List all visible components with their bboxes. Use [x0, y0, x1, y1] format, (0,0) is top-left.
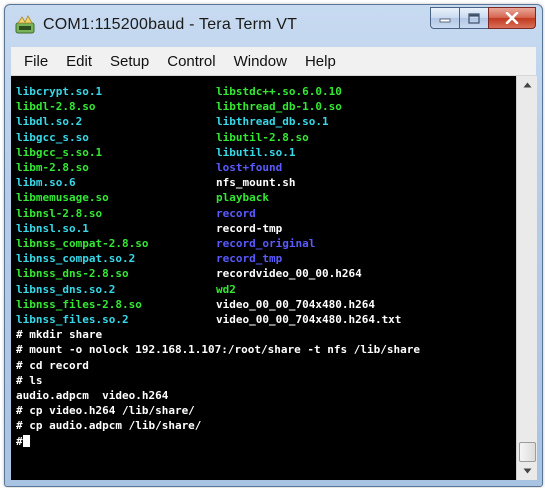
terminal-listing-row: libmemusage.so playback [16, 190, 269, 205]
file-entry: record [216, 206, 256, 220]
file-entry: libnss_dns.so.2 [16, 282, 116, 296]
file-entry: libm.so.6 [16, 176, 76, 190]
terminal-listing-row: libnss_files.so.2 video_00_00_704x480.h26… [16, 312, 401, 327]
terminal-listing-row: libgcc_s.so.1 libutil.so.1 [16, 145, 295, 160]
file-entry: libutil-2.8.so [216, 130, 309, 144]
file-entry: libcrypt.so.1 [16, 85, 103, 98]
menu-setup[interactable]: Setup [109, 51, 150, 72]
terminal-screen[interactable]: libcrypt.so.1 libstdc++.so.6.0.10 libdl-2.… [11, 76, 516, 480]
file-entry: libnss_files.so.2 [16, 313, 129, 326]
file-entry: wd2 [216, 282, 236, 296]
file-entry: libthread_db.so.1 [216, 115, 329, 129]
window-controls [430, 7, 536, 29]
terminal-listing-row: libm-2.8.so lost+found [16, 160, 282, 175]
file-entry: libgcc_s.so.1 [16, 145, 103, 159]
terminal-listing-row: libnss_compat-2.8.so record_original [16, 236, 315, 251]
terminal-command-line: # [16, 434, 30, 449]
file-entry: libnsl.so.1 [16, 221, 89, 235]
menu-help[interactable]: Help [304, 51, 337, 72]
file-entry: record-tmp [216, 221, 283, 235]
scroll-up-button[interactable] [517, 76, 537, 94]
terminal-listing-row: libnsl-2.8.so record [16, 206, 256, 221]
text-cursor [22, 434, 30, 447]
terminal-command-line: # cp video.h264 /lib/share/ [16, 403, 195, 418]
terminal-listing-row: libnss_dns.so.2 wd2 [16, 282, 236, 297]
menu-edit[interactable]: Edit [65, 51, 93, 72]
file-entry: record_original [216, 237, 316, 250]
window-title: COM1:115200baud - Tera Term VT [43, 16, 298, 33]
terminal-command-line: # mkdir share [16, 327, 102, 342]
terminal-text: # ls [16, 373, 43, 387]
terminal-listing-row: libdl-2.8.so libthread_db-1.0.so [16, 99, 342, 114]
vertical-scrollbar[interactable] [516, 76, 537, 480]
file-entry: libnsl-2.8.so [16, 206, 103, 220]
close-icon [505, 12, 519, 24]
minimize-icon [439, 18, 451, 23]
file-entry: lost+found [216, 161, 283, 174]
file-entry: libnss_dns-2.8.so [16, 267, 129, 281]
terminal-command-line: # mount -o nolock 192.168.1.107:/root/sh… [16, 342, 420, 357]
terminal-command-line: audio.adpcm video.h264 [16, 388, 168, 403]
terminal-listing-row: libcrypt.so.1 libstdc++.so.6.0.10 [16, 84, 342, 99]
terminal-text: audio.adpcm video.h264 [16, 389, 169, 402]
file-entry: libgcc_s.so [16, 130, 89, 144]
close-button[interactable] [488, 7, 536, 29]
file-entry: record_tmp [216, 252, 283, 266]
scroll-up-arrow-icon [523, 82, 531, 88]
minimize-button[interactable] [430, 7, 460, 29]
file-entry: libthread_db-1.0.so [216, 100, 342, 114]
file-entry: libdl.so.2 [16, 115, 83, 129]
menu-window[interactable]: Window [233, 51, 288, 72]
scroll-down-button[interactable] [517, 462, 537, 480]
terminal-text: # mount -o nolock 192.168.1.107:/root/sh… [16, 343, 420, 357]
title-bar[interactable]: COM1:115200baud - Tera Term VT [5, 5, 542, 47]
terminal-command-line: # ls [16, 373, 43, 388]
tera-term-window: COM1:115200baud - Tera Term VT File Edit… [4, 4, 543, 487]
file-entry: libm-2.8.so [16, 161, 89, 174]
maximize-button[interactable] [459, 7, 489, 29]
terminal-listing-row: libnss_files-2.8.so video_00_00_704x480.h… [16, 297, 375, 312]
scrollbar-thumb[interactable] [519, 442, 536, 462]
file-entry: video_00_00_704x480.h264 [216, 297, 375, 311]
file-entry: libnss_compat-2.8.so [16, 237, 149, 250]
terminal-listing-row: libm.so.6 nfs_mount.sh [16, 175, 295, 190]
terminal-text: # cd record [16, 358, 89, 372]
terminal-text: # [16, 434, 23, 448]
terminal-listing-row: libnss_compat.so.2 record_tmp [16, 251, 282, 266]
file-entry: libutil.so.1 [216, 145, 296, 159]
file-entry: libnss_compat.so.2 [16, 252, 136, 266]
terminal-text: # cp audio.adpcm /lib/share/ [16, 419, 202, 433]
terminal-command-line: # cd record [16, 358, 89, 373]
file-entry: recordvideo_00_00.h264 [216, 267, 362, 281]
terminal-text: # mkdir share [16, 328, 103, 342]
terminal-listing-row: libdl.so.2 libthread_db.so.1 [16, 114, 329, 129]
tera-term-icon[interactable] [15, 15, 35, 35]
menu-control[interactable]: Control [166, 51, 216, 72]
terminal-command-line: # cp audio.adpcm /lib/share/ [16, 418, 201, 433]
menu-file[interactable]: File [23, 51, 49, 72]
maximize-icon [468, 12, 480, 24]
terminal-listing-row: libnsl.so.1 record-tmp [16, 221, 282, 236]
terminal-listing-row: libgcc_s.so libutil-2.8.so [16, 130, 309, 145]
scroll-down-arrow-icon [523, 468, 531, 474]
file-entry: video_00_00_704x480.h264.txt [216, 313, 402, 326]
file-entry: libstdc++.so.6.0.10 [216, 85, 342, 98]
file-entry: libnss_files-2.8.so [16, 297, 142, 311]
file-entry: playback [216, 191, 269, 205]
file-entry: nfs_mount.sh [216, 176, 296, 190]
menu-bar: File Edit Setup Control Window Help [11, 47, 536, 76]
file-entry: libdl-2.8.so [16, 100, 96, 114]
terminal-listing-row: libnss_dns-2.8.so recordvideo_00_00.h264 [16, 266, 362, 281]
terminal-text: # cp video.h264 /lib/share/ [16, 404, 195, 418]
file-entry: libmemusage.so [16, 191, 109, 205]
